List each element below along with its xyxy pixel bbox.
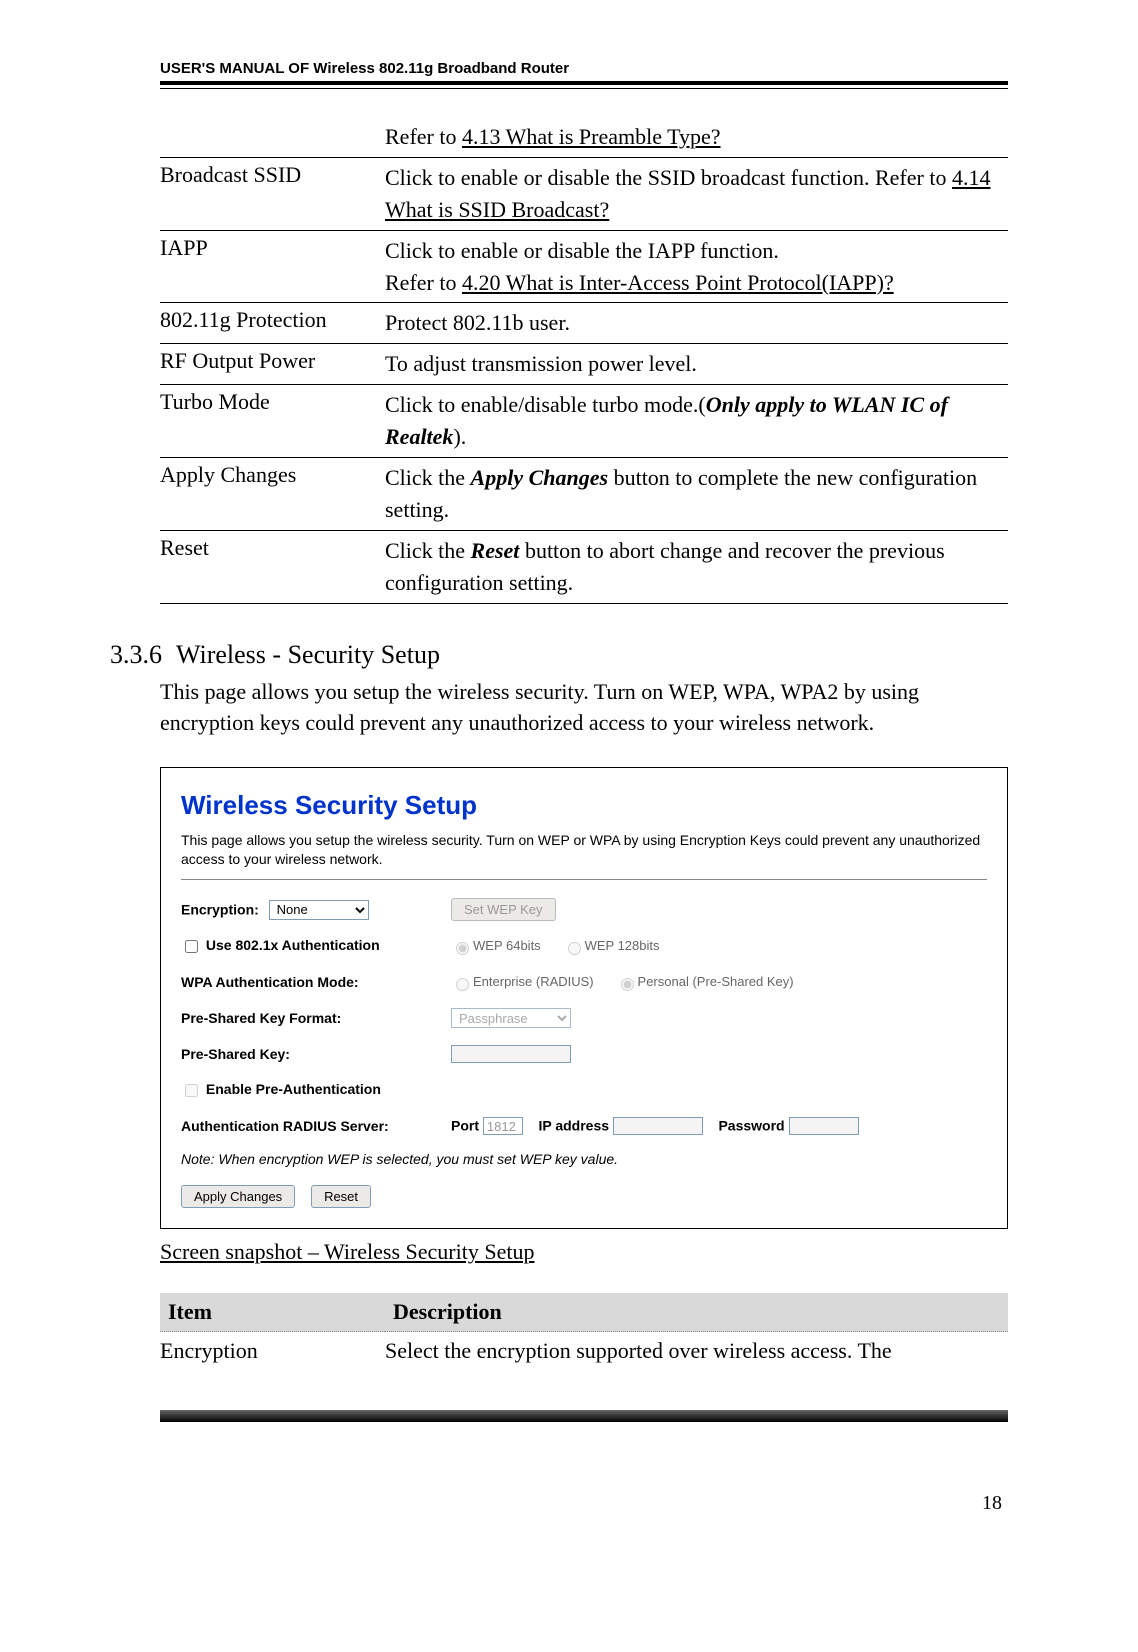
page-header: USER'S MANUAL OF Wireless 802.11g Broadb…	[160, 60, 1008, 77]
screenshot-title: Wireless Security Setup	[181, 790, 987, 821]
psk-format-select[interactable]: Passphrase	[451, 1008, 571, 1028]
psk-format-label: Pre-Shared Key Format:	[181, 1010, 451, 1026]
enable-preauth-checkbox[interactable]	[185, 1084, 198, 1097]
desc-row-term: Encryption	[160, 1332, 385, 1371]
definition-row: Apply ChangesClick the Apply Changes but…	[160, 458, 1008, 531]
definition-desc: Click to enable/disable turbo mode.(Only…	[385, 385, 1008, 458]
definition-row: Turbo ModeClick to enable/disable turbo …	[160, 385, 1008, 458]
wpa-enterprise-label: Enterprise (RADIUS)	[473, 974, 594, 989]
ip-input[interactable]	[613, 1117, 703, 1135]
use-8021x-label: Use 802.1x Authentication	[206, 937, 380, 953]
definition-row: IAPPClick to enable or disable the IAPP …	[160, 230, 1008, 303]
section-number: 3.3.6	[110, 640, 176, 670]
definition-row: Refer to 4.13 What is Preamble Type?	[160, 117, 1008, 157]
enable-preauth-row: Enable Pre-Authentication	[181, 1081, 451, 1100]
wpa-personal-label: Personal (Pre-Shared Key)	[638, 974, 794, 989]
page-number: 18	[160, 1492, 1008, 1515]
section-body: This page allows you setup the wireless …	[160, 676, 1008, 740]
definition-term: Turbo Mode	[160, 385, 385, 458]
enable-preauth-label: Enable Pre-Authentication	[206, 1081, 381, 1097]
screenshot-panel: Wireless Security Setup This page allows…	[160, 767, 1008, 1229]
definitions-table: Refer to 4.13 What is Preamble Type?Broa…	[160, 117, 1008, 604]
definition-row: 802.11g ProtectionProtect 802.11b user.	[160, 303, 1008, 344]
wpa-enterprise-radio[interactable]	[456, 978, 469, 991]
definition-term	[160, 117, 385, 157]
wep128-label: WEP 128bits	[585, 938, 660, 953]
encryption-label: Encryption: None	[181, 900, 451, 920]
screenshot-caption: Screen snapshot – Wireless Security Setu…	[160, 1239, 1008, 1265]
definition-desc: Click the Apply Changes button to comple…	[385, 458, 1008, 531]
definition-term: Apply Changes	[160, 458, 385, 531]
definition-term: RF Output Power	[160, 344, 385, 385]
definition-term: IAPP	[160, 230, 385, 303]
divider	[181, 879, 987, 880]
section-title: Wireless - Security Setup	[176, 640, 440, 669]
description-table: Item Description Encryption Select the e…	[160, 1293, 1008, 1370]
definition-term: Reset	[160, 530, 385, 603]
wep64-label: WEP 64bits	[473, 938, 541, 953]
psk-input[interactable]	[451, 1045, 571, 1063]
reset-button[interactable]: Reset	[311, 1185, 371, 1208]
definition-term: 802.11g Protection	[160, 303, 385, 344]
section-heading: 3.3.6Wireless - Security Setup	[110, 640, 1008, 670]
wpa-mode-label: WPA Authentication Mode:	[181, 974, 451, 990]
use-8021x-checkbox[interactable]	[185, 940, 198, 953]
ip-label: IP address	[538, 1118, 609, 1134]
radius-label: Authentication RADIUS Server:	[181, 1118, 451, 1134]
wep128-radio[interactable]	[568, 942, 581, 955]
password-input[interactable]	[789, 1117, 859, 1135]
psk-label: Pre-Shared Key:	[181, 1046, 451, 1062]
definition-row: Broadcast SSIDClick to enable or disable…	[160, 157, 1008, 230]
definition-desc: Click the Reset button to abort change a…	[385, 530, 1008, 603]
definition-desc: Click to enable or disable the IAPP func…	[385, 230, 1008, 303]
wpa-personal-radio[interactable]	[621, 978, 634, 991]
encryption-select[interactable]: None	[269, 900, 369, 920]
header-rule	[160, 81, 1008, 89]
definition-desc: Click to enable or disable the SSID broa…	[385, 157, 1008, 230]
use-8021x-row: Use 802.1x Authentication	[181, 937, 451, 956]
wep-note: Note: When encryption WEP is selected, y…	[181, 1151, 987, 1167]
footer-rule	[160, 1410, 1008, 1422]
port-input[interactable]	[483, 1117, 523, 1135]
definition-row: RF Output PowerTo adjust transmission po…	[160, 344, 1008, 385]
wep64-radio[interactable]	[456, 942, 469, 955]
definition-desc: To adjust transmission power level.	[385, 344, 1008, 385]
desc-row-desc: Select the encryption supported over wir…	[385, 1332, 1008, 1371]
desc-col-description: Description	[385, 1293, 1008, 1332]
port-label: Port	[451, 1118, 479, 1134]
desc-col-item: Item	[160, 1293, 385, 1332]
apply-changes-button[interactable]: Apply Changes	[181, 1185, 295, 1208]
definition-desc: Protect 802.11b user.	[385, 303, 1008, 344]
definition-row: ResetClick the Reset button to abort cha…	[160, 530, 1008, 603]
screenshot-intro: This page allows you setup the wireless …	[181, 831, 987, 869]
set-wep-key-button[interactable]: Set WEP Key	[451, 898, 556, 921]
definition-desc: Refer to 4.13 What is Preamble Type?	[385, 117, 1008, 157]
definition-term: Broadcast SSID	[160, 157, 385, 230]
password-label: Password	[718, 1118, 784, 1134]
